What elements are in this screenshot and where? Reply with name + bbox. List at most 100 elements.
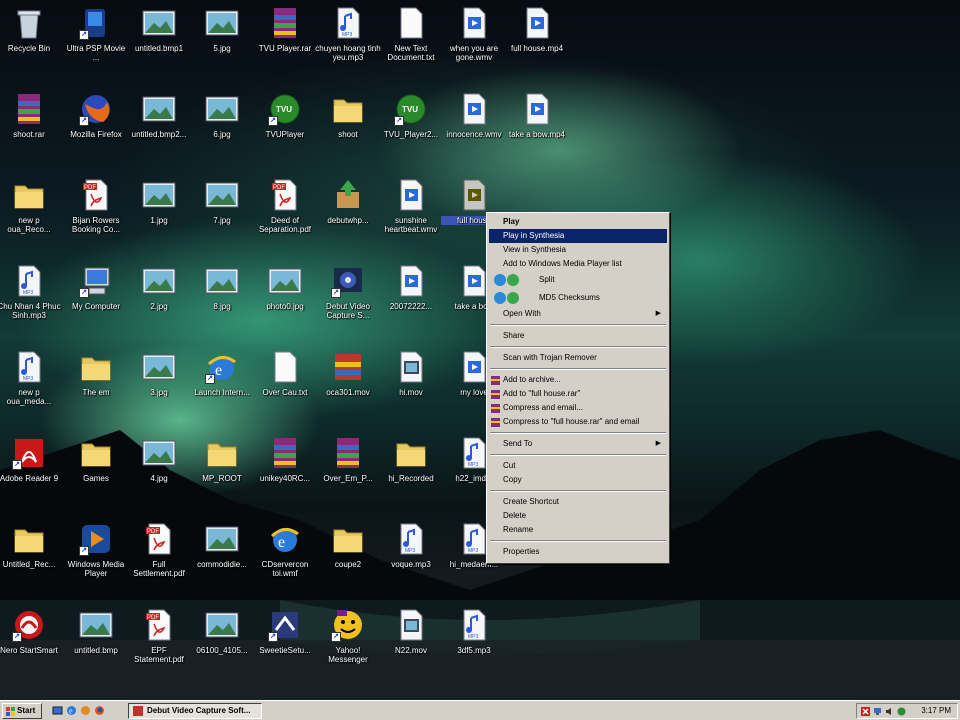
desktop-icon[interactable]: oca301.mov — [315, 346, 381, 432]
desktop-icon[interactable]: PDF Deed of Separation.pdf — [252, 174, 318, 260]
desktop-icon[interactable]: innocence.wmv — [441, 88, 507, 174]
menu-item[interactable]: Create Shortcut — [489, 495, 667, 509]
desktop-icon[interactable]: take a bow.mp4 — [504, 88, 570, 174]
desktop-icon[interactable]: ↗ Nero StartSmart — [0, 604, 62, 690]
menu-item[interactable]: Scan with Trojan Remover — [489, 351, 667, 365]
start-button[interactable]: Start — [2, 703, 42, 719]
network-icon[interactable] — [873, 707, 882, 716]
desktop-icon[interactable]: TVU ↗ TVUPlayer — [252, 88, 318, 174]
menu-item[interactable]: Cut — [489, 459, 667, 473]
desktop-icon[interactable]: shoot — [315, 88, 381, 174]
menu-item[interactable]: Play — [489, 215, 667, 229]
internet-explorer-icon[interactable]: e — [66, 705, 77, 716]
clock[interactable]: 3:17 PM — [921, 704, 951, 718]
update-icon[interactable] — [897, 707, 906, 716]
menu-item[interactable]: Rename — [489, 523, 667, 537]
desktop-icon[interactable]: coupe2 — [315, 518, 381, 604]
menu-item[interactable]: MD5 Checksums — [489, 289, 667, 307]
desktop-icon[interactable]: Games — [63, 432, 129, 518]
antivirus-icon[interactable] — [861, 707, 870, 716]
desktop-icon[interactable]: TVU Player.rar — [252, 2, 318, 88]
desktop-icon[interactable]: sunshine heartbeat.wmv — [378, 174, 444, 260]
menu-item[interactable]: Copy — [489, 473, 667, 487]
desktop-icon[interactable]: MP_ROOT — [189, 432, 255, 518]
desktop-icon[interactable]: unikey40RC... — [252, 432, 318, 518]
desktop-icon[interactable]: photo0.jpg — [252, 260, 318, 346]
volume-icon[interactable] — [885, 707, 894, 716]
desktop-icon[interactable]: PDF EPF Statement.pdf — [126, 604, 192, 690]
desktop-icon[interactable]: e CDservercon toi.wmf — [252, 518, 318, 604]
menu-item[interactable]: Compress and email... — [489, 401, 667, 415]
menu-item[interactable]: Share — [489, 329, 667, 343]
menu-item[interactable]: Split — [489, 271, 667, 289]
desktop-icon[interactable]: 06100_4105... — [189, 604, 255, 690]
desktop-icon[interactable]: Untitled_Rec... — [0, 518, 62, 604]
desktop-icon[interactable]: hi_Recorded — [378, 432, 444, 518]
desktop-icon[interactable]: MP3 3df5.mp3 — [441, 604, 507, 690]
desktop-icon-label: Games — [83, 474, 109, 483]
desktop-icon[interactable]: 6.jpg — [189, 88, 255, 174]
desktop-icon[interactable]: ↗ My Computer — [63, 260, 129, 346]
menu-item-label: Add to Windows Media Player list — [503, 259, 622, 268]
desktop-icon-label: sunshine heartbeat.wmv — [384, 216, 438, 234]
media-player-icon[interactable] — [80, 705, 91, 716]
shortcut-arrow-icon: ↗ — [331, 632, 341, 642]
desktop-icon[interactable]: ↗ Adobe Reader 9 — [0, 432, 62, 518]
desktop-icon[interactable]: N22.mov — [378, 604, 444, 690]
desktop-icon[interactable]: commodidie... — [189, 518, 255, 604]
desktop-icon[interactable]: 20072222... — [378, 260, 444, 346]
desktop-icon[interactable]: debutwhp... — [315, 174, 381, 260]
desktop-icon[interactable]: MP3 chuyen hoang tinh yeu.mp3 — [315, 2, 381, 88]
desktop-icon[interactable]: MP3 new p oua_meda... — [0, 346, 62, 432]
desktop-icon[interactable]: hi.mov — [378, 346, 444, 432]
menu-item[interactable]: Add to Windows Media Player list — [489, 257, 667, 271]
desktop-icon[interactable]: full house.mp4 — [504, 2, 570, 88]
desktop-icon[interactable]: ↗ Ultra PSP Movie ... — [63, 2, 129, 88]
desktop-icon[interactable]: shoot.rar — [0, 88, 62, 174]
menu-item[interactable]: Delete — [489, 509, 667, 523]
menu-item[interactable]: Add to "full house.rar" — [489, 387, 667, 401]
desktop-icon-label: hi.mov — [399, 388, 423, 397]
menu-item[interactable]: Play in Synthesia — [489, 229, 667, 243]
desktop-icon[interactable]: ↗ Yahoo! Messenger — [315, 604, 381, 690]
desktop-icon[interactable]: MP3 voque.mp3 — [378, 518, 444, 604]
menu-item[interactable]: Compress to "full house.rar" and email — [489, 415, 667, 429]
desktop-icon[interactable]: ↗ SweetieSetu... — [252, 604, 318, 690]
menu-item[interactable]: Open With ▶ — [489, 307, 667, 321]
desktop-icon[interactable]: New Text Document.txt — [378, 2, 444, 88]
desktop-icon[interactable]: untitled.bmp1 — [126, 2, 192, 88]
desktop-icon[interactable]: new p oua_Reco... — [0, 174, 62, 260]
desktop-icon-label: when you are gone.wmv — [449, 44, 499, 62]
show-desktop-icon[interactable] — [52, 705, 63, 716]
menu-item[interactable]: Send To ▶ — [489, 437, 667, 451]
pdf-file-icon: PDF — [142, 522, 176, 556]
desktop-icon[interactable]: 1.jpg — [126, 174, 192, 260]
desktop-icon[interactable]: Over Cau.txt — [252, 346, 318, 432]
menu-item[interactable]: Properties — [489, 545, 667, 559]
desktop-icon[interactable]: PDF Full Settlement.pdf — [126, 518, 192, 604]
desktop-icon[interactable]: Recycle Bin — [0, 2, 62, 88]
menu-item[interactable]: Add to archive... — [489, 373, 667, 387]
desktop-icon[interactable]: 8.jpg — [189, 260, 255, 346]
taskbar-button-debut[interactable]: Debut Video Capture Soft... — [128, 703, 262, 719]
desktop-icon[interactable]: untitled.bmp2... — [126, 88, 192, 174]
desktop-icon[interactable]: 5.jpg — [189, 2, 255, 88]
desktop-icon[interactable]: The em — [63, 346, 129, 432]
desktop-icon[interactable]: 2.jpg — [126, 260, 192, 346]
desktop-icon[interactable]: ↗ Mozilla Firefox — [63, 88, 129, 174]
desktop-icon[interactable]: TVU ↗ TVU_Player2... — [378, 88, 444, 174]
firefox-icon[interactable] — [94, 705, 105, 716]
desktop-icon[interactable]: e ↗ Launch Intern... — [189, 346, 255, 432]
desktop-icon[interactable]: 3.jpg — [126, 346, 192, 432]
desktop-icon[interactable]: MP3 Chu Nhan 4 Phuc Sinh.mp3 — [0, 260, 62, 346]
desktop-icon[interactable]: untitled.bmp — [63, 604, 129, 690]
menu-item[interactable]: View in Synthesia — [489, 243, 667, 257]
desktop-icon[interactable]: 4.jpg — [126, 432, 192, 518]
desktop-icon[interactable]: 7.jpg — [189, 174, 255, 260]
desktop-icon[interactable]: PDF Bijan Rowers Booking Co... — [63, 174, 129, 260]
desktop-icon[interactable]: when you are gone.wmv — [441, 2, 507, 88]
desktop-icon[interactable]: Over_Em_P... — [315, 432, 381, 518]
desktop-icon-label: new p oua_meda... — [6, 388, 52, 406]
desktop-icon[interactable]: ↗ Debut Video Capture S... — [315, 260, 381, 346]
desktop-icon[interactable]: ↗ Windows Media Player — [63, 518, 129, 604]
